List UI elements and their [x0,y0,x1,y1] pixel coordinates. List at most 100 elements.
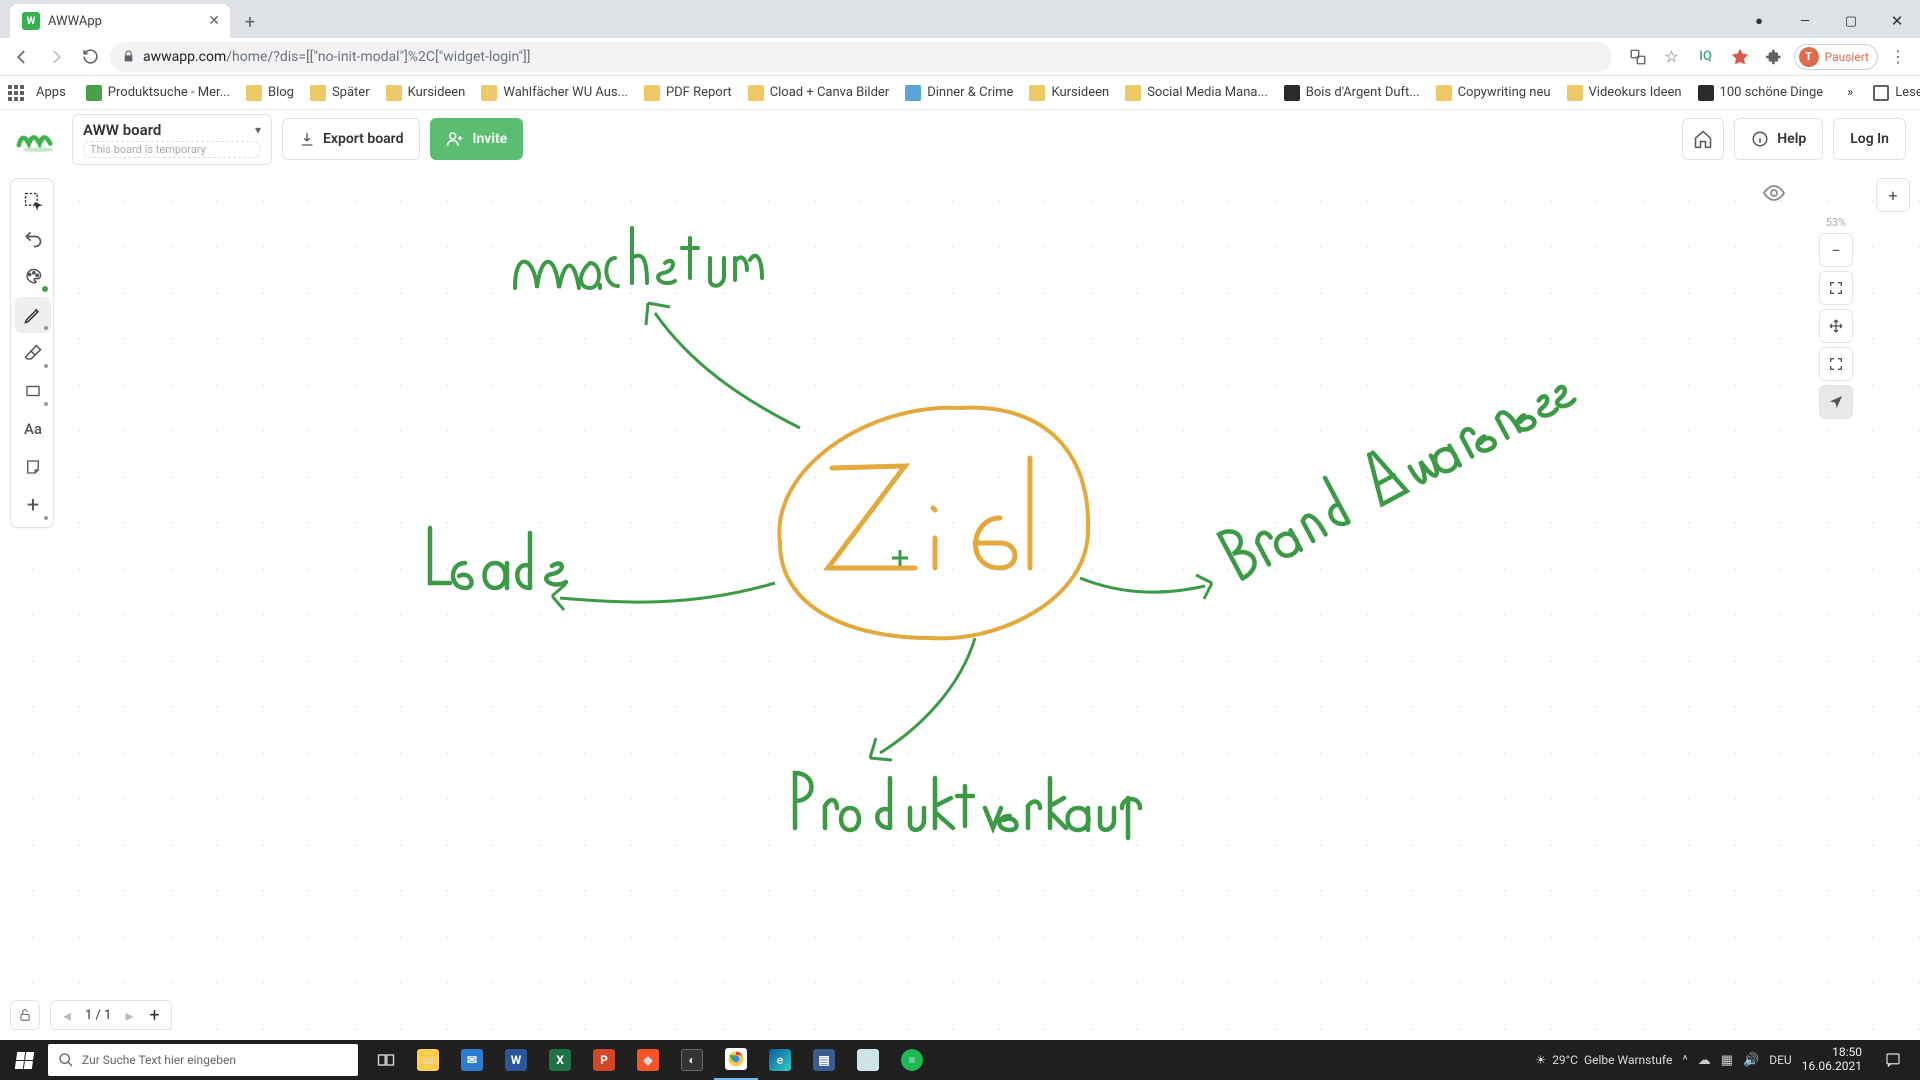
zoom-in-button[interactable]: + [1876,178,1910,212]
taskbar-edge[interactable]: e [758,1040,802,1080]
back-button[interactable] [8,43,36,71]
bookmark-favicon [481,85,497,101]
account-dot-icon[interactable]: ● [1736,4,1782,38]
color-tool[interactable] [15,259,51,295]
extension-price-icon[interactable] [1726,43,1754,71]
bookmark-item[interactable]: Kursideen [378,81,474,105]
reload-button[interactable] [76,43,104,71]
tray-clock[interactable]: 18:50 16.06.2021 [1802,1046,1862,1074]
taskbar-word[interactable]: W [494,1040,538,1080]
extensions-icon[interactable] [1760,43,1788,71]
taskbar-mail[interactable]: ✉ [450,1040,494,1080]
tray-language[interactable]: DEU [1769,1053,1791,1067]
pen-tool[interactable] [15,297,51,333]
taskbar-reader[interactable]: ▤ [802,1040,846,1080]
bookmark-item[interactable]: Dinner & Crime [897,81,1021,105]
page-indicator: 1 / 1 [79,1008,117,1023]
prev-page-button[interactable]: ◂ [55,1006,79,1025]
kebab-menu-icon[interactable]: ⋮ [1884,43,1912,71]
browser-titlebar: W AWWApp ✕ + ● ― ▢ ✕ [0,0,1920,38]
task-view-button[interactable] [366,1040,406,1080]
bookmark-item[interactable]: Social Media Mana... [1117,81,1276,105]
tray-chevron-icon[interactable]: ^ [1682,1053,1687,1068]
eraser-tool[interactable] [15,335,51,371]
lock-button[interactable] [10,1000,40,1030]
reading-list-button[interactable]: Leseliste [1865,81,1920,105]
taskbar-explorer[interactable]: ▭ [406,1040,450,1080]
start-button[interactable] [0,1040,48,1080]
tray-onedrive-icon[interactable]: ☁ [1698,1053,1711,1068]
bookmark-item[interactable]: Produktsuche - Mer... [78,81,238,105]
cursor-follow-button[interactable] [1819,385,1853,419]
apps-button[interactable] [8,80,24,106]
forward-button[interactable] [42,43,70,71]
app-logo[interactable] [14,120,62,158]
undo-tool[interactable] [15,221,51,257]
iq-icon[interactable]: IQ [1692,43,1720,71]
sticky-tool[interactable] [15,449,51,485]
bookmark-item[interactable]: Später [302,81,378,105]
bookmark-favicon [246,85,262,101]
export-board-button[interactable]: Export board [282,118,420,160]
help-button[interactable]: Help [1734,118,1823,160]
bookmark-label: Social Media Mana... [1147,85,1268,100]
bookmark-item[interactable]: Cload + Canva Bilder [740,81,898,105]
profile-pause-pill[interactable]: T Pausiert [1794,44,1878,70]
taskbar-notepad[interactable]: ▭ [846,1040,890,1080]
text-tool[interactable]: Aa [15,411,51,447]
bookmark-label: Bois d'Argent Duft... [1306,85,1420,100]
maximize-button[interactable]: ▢ [1828,4,1874,38]
translate-icon[interactable] [1624,43,1652,71]
bookmark-item[interactable]: Wahlfächer WU Aus... [473,81,636,105]
taskbar-brave[interactable]: ◆ [626,1040,670,1080]
taskbar-obs[interactable]: ◐ [670,1040,714,1080]
invite-button[interactable]: Invite [430,118,523,160]
browser-tab[interactable]: W AWWApp ✕ [10,4,230,38]
bookmark-item[interactable]: Videokurs Ideen [1559,81,1690,105]
bookmarks-overflow[interactable]: » [1839,81,1861,104]
shape-tool[interactable] [15,373,51,409]
fullscreen-button[interactable] [1819,347,1853,381]
bookmark-item[interactable]: Bois d'Argent Duft... [1276,81,1428,105]
taskbar-chrome[interactable] [714,1040,758,1080]
bookmark-item[interactable]: 100 schöne Dinge [1690,81,1832,105]
taskbar-spotify[interactable]: ≡ [890,1040,934,1080]
bookmark-item[interactable]: Copywriting neu [1428,81,1559,105]
tab-close-icon[interactable]: ✕ [208,13,220,29]
board-selector[interactable]: AWW board ▾ This board is temporary [72,114,272,165]
taskbar-search[interactable]: Zur Suche Text hier eingeben [48,1044,358,1076]
bookmark-star-icon[interactable]: ☆ [1658,43,1686,71]
next-page-button[interactable]: ▸ [117,1006,141,1025]
app-header: AWW board ▾ This board is temporary Expo… [0,110,1920,168]
bookmark-favicon [1567,85,1583,101]
action-center-button[interactable] [1872,1040,1914,1080]
presence-icon[interactable] [1762,181,1786,205]
minimize-button[interactable]: ― [1782,4,1828,38]
zoom-out-button[interactable]: − [1819,233,1853,267]
bookmark-label: Dinner & Crime [927,85,1013,100]
login-button[interactable]: Log In [1833,118,1906,160]
bookmark-item[interactable]: Kursideen [1021,81,1117,105]
bookmark-item[interactable]: Blog [238,81,302,105]
close-window-button[interactable]: ✕ [1874,4,1920,38]
new-tab-button[interactable]: + [236,8,264,36]
weather-widget[interactable]: ☀ 29°C Gelbe Warnstufe [1535,1053,1672,1067]
home-button[interactable] [1682,118,1724,160]
fit-screen-button[interactable] [1819,271,1853,305]
tray-network-icon[interactable]: ▦ [1721,1053,1733,1068]
whiteboard-canvas[interactable]: Aa + + 53% − ◂ 1 / 1 ▸ + [0,168,1920,1040]
pan-button[interactable] [1819,309,1853,343]
taskbar-powerpoint[interactable]: P [582,1040,626,1080]
sun-icon: ☀ [1535,1053,1546,1067]
bookmark-favicon [386,85,402,101]
taskbar-excel[interactable]: X [538,1040,582,1080]
apps-label[interactable]: Apps [28,81,74,104]
left-toolbar: Aa + [10,178,54,528]
address-bar[interactable]: awwapp.com/home/?dis=[["no-init-modal"]%… [110,42,1612,72]
add-tool[interactable]: + [15,487,51,523]
bookmark-item[interactable]: PDF Report [636,81,740,105]
add-page-button[interactable]: + [141,1005,167,1026]
board-title: AWW board [83,121,161,139]
select-tool[interactable] [15,183,51,219]
tray-volume-icon[interactable]: 🔊 [1743,1053,1759,1068]
